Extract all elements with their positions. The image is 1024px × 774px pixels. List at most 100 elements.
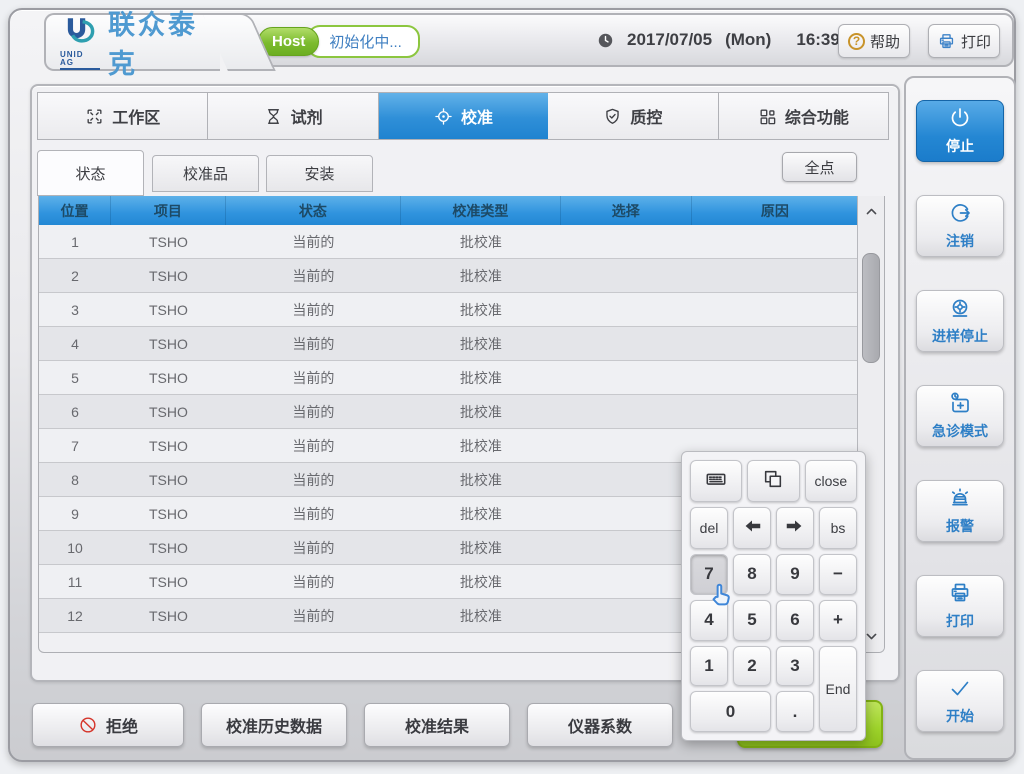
table-cell: 批校准 [401,293,561,326]
brand-name: 联众泰克 [108,3,220,81]
scroll-up-button[interactable] [858,199,884,223]
table-row[interactable]: 6TSHO当前的批校准 [39,395,858,429]
table-cell [692,361,858,394]
start-button[interactable]: 开始 [916,670,1004,732]
close-key[interactable]: close [805,460,857,502]
instrument-factors-button[interactable]: 仪器系数 [527,703,673,747]
window-switch-key[interactable] [747,460,799,502]
weekday-text: (Mon) [725,30,771,50]
key-5[interactable]: 5 [733,600,771,641]
table-row[interactable]: 5TSHO当前的批校准 [39,361,858,395]
cursor-left-key[interactable] [733,507,771,549]
key-8[interactable]: 8 [733,554,771,595]
table-cell: 当前的 [226,429,401,462]
key-label: 4 [704,610,713,630]
printer-icon [937,32,956,51]
alarm-icon [948,486,972,513]
table-cell: TSHO [111,429,226,462]
tab-qc[interactable]: 质控 [548,93,718,139]
power-icon [948,106,972,133]
key-label: 2 [747,656,756,676]
column-header: 选择 [561,196,692,225]
key-label: 3 [790,656,799,676]
table-cell [561,429,692,462]
subtab-install[interactable]: 安装 [266,155,373,192]
tab-calibration[interactable]: 校准 [379,93,548,139]
main-frame: Host 初始化中... 2017/07/05 (Mon) 16:39 ? 帮助… [8,8,1016,762]
arrow-right-icon [784,515,806,542]
stop-button[interactable]: 停止 [916,100,1004,162]
alarm-button[interactable]: 报警 [916,480,1004,542]
clock-icon [597,32,614,49]
button-label: 急诊模式 [932,421,988,441]
sampler-stop-button[interactable]: 进样停止 [916,290,1004,352]
all-points-button[interactable]: 全点 [782,152,857,182]
table-cell: 批校准 [401,463,561,496]
table-cell: 当前的 [226,395,401,428]
table-row[interactable]: 4TSHO当前的批校准 [39,327,858,361]
key-4[interactable]: 4 [690,600,728,641]
table-cell: 当前的 [226,293,401,326]
subtab-status[interactable]: 状态 [37,150,144,196]
backspace-key[interactable]: bs [819,507,857,549]
table-cell: 批校准 [401,327,561,360]
subtab-calibrator[interactable]: 校准品 [152,155,259,192]
tab-reagent[interactable]: 试剂 [208,93,378,139]
table-cell: 11 [39,565,111,598]
key-6[interactable]: 6 [776,600,814,641]
decimal-point-key[interactable]: . [776,691,814,732]
tab-label: 工作区 [112,104,160,128]
table-cell: 批校准 [401,429,561,462]
cal-history-button[interactable]: 校准历史数据 [201,703,347,747]
tab-label: 综合功能 [785,104,849,128]
button-label: 打印 [946,611,974,631]
key-9[interactable]: 9 [776,554,814,595]
emergency-mode-button[interactable]: 急诊模式 [916,385,1004,447]
table-cell: 7 [39,429,111,462]
button-label: 报警 [946,516,974,536]
button-label: 进样停止 [932,326,988,346]
table-cell: 批校准 [401,395,561,428]
arrow-left-icon [741,515,763,542]
reject-button[interactable]: 拒绝 [32,703,184,747]
print-button[interactable]: 打印 [916,575,1004,637]
key-0[interactable]: 0 [690,691,771,732]
table-row[interactable]: 1TSHO当前的批校准 [39,225,858,259]
table-cell: 当前的 [226,565,401,598]
question-icon: ? [848,33,865,50]
key-1[interactable]: 1 [690,646,728,687]
table-cell: 批校准 [401,565,561,598]
key-3[interactable]: 3 [776,646,814,687]
key-2[interactable]: 2 [733,646,771,687]
virtual-keyboard-key[interactable] [690,460,742,502]
key-label: bs [831,520,846,536]
tab-functions[interactable]: 综合功能 [719,93,888,139]
time-text: 16:39 [796,30,839,50]
key-7[interactable]: 7 [690,554,728,595]
table-cell [561,531,692,564]
table-cell: 批校准 [401,497,561,530]
minus-key[interactable]: − [819,554,857,595]
keypad-grid: close del bs 789− 456+12 3 End 0. [690,460,857,732]
tab-workspace[interactable]: 工作区 [38,93,208,139]
table-cell: 批校准 [401,361,561,394]
delete-key[interactable]: del [690,507,728,549]
logout-button[interactable]: 注销 [916,195,1004,257]
help-button[interactable]: ? 帮助 [838,24,910,58]
key-label: 7 [704,564,713,584]
key-label: . [793,702,798,722]
end-key[interactable]: End [819,646,857,733]
table-row[interactable]: 3TSHO当前的批校准 [39,293,858,327]
button-label: 注销 [946,231,974,251]
table-cell [692,327,858,360]
table-cell: TSHO [111,463,226,496]
workspace-icon [85,107,104,126]
table-cell [561,225,692,258]
table-row[interactable]: 2TSHO当前的批校准 [39,259,858,293]
cursor-right-key[interactable] [776,507,814,549]
scrollbar-thumb[interactable] [862,253,880,363]
cal-results-button[interactable]: 校准结果 [364,703,510,747]
logout-icon [948,201,972,228]
plus-key[interactable]: + [819,600,857,641]
print-button-header[interactable]: 打印 [928,24,1000,58]
